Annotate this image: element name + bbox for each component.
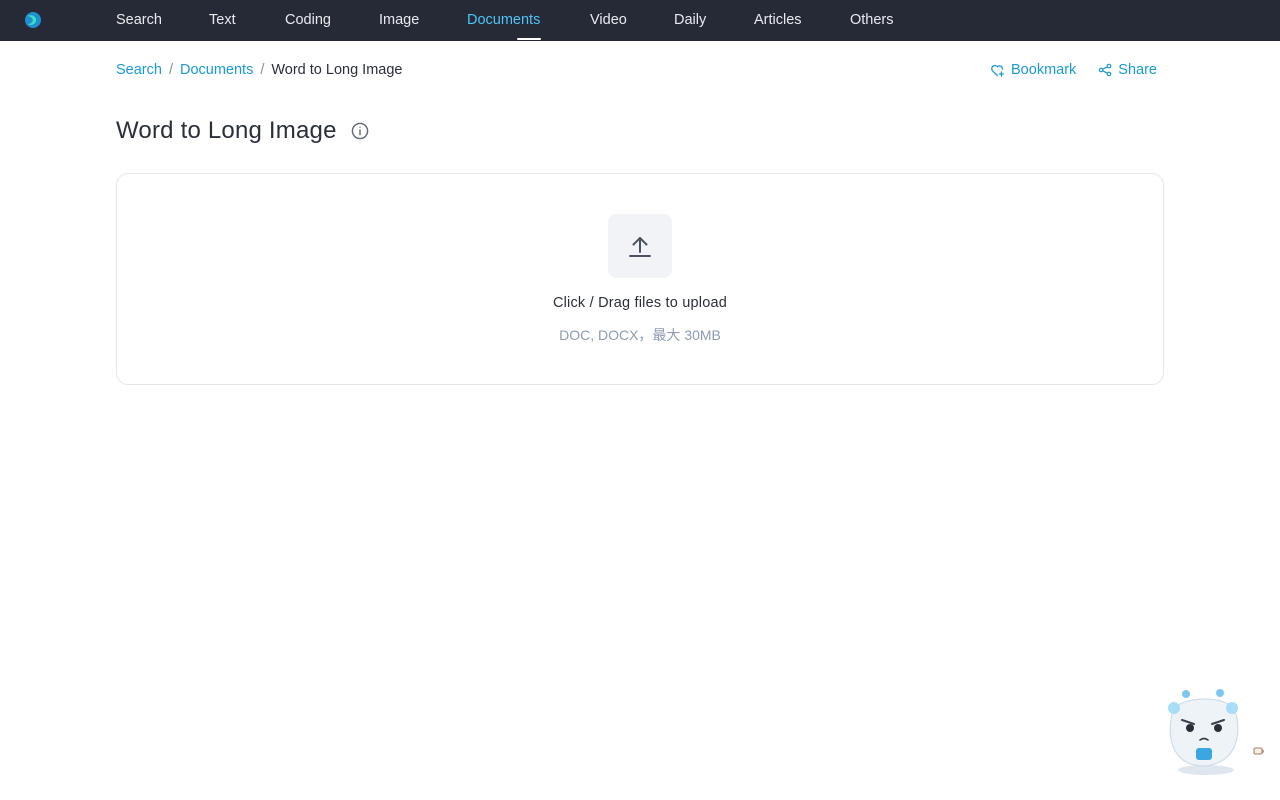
share-button[interactable]: Share — [1098, 62, 1157, 78]
upload-button[interactable] — [608, 214, 672, 278]
bookmark-button[interactable]: Bookmark — [990, 62, 1076, 78]
nav-item-video[interactable]: Video — [590, 0, 674, 41]
upload-icon — [629, 237, 651, 257]
share-label: Share — [1118, 62, 1157, 78]
heart-plus-icon — [991, 64, 1005, 77]
nav-item-others[interactable]: Others — [850, 0, 920, 41]
breadcrumb: Search / Documents / Word to Long Image — [116, 62, 402, 78]
breadcrumb-link-documents[interactable]: Documents — [180, 62, 253, 78]
breadcrumb-current: Word to Long Image — [271, 62, 403, 78]
breadcrumb-link-search[interactable]: Search — [116, 62, 162, 78]
nav-item-articles[interactable]: Articles — [754, 0, 850, 41]
nav-item-coding[interactable]: Coding — [285, 0, 379, 41]
nav-item-search[interactable]: Search — [116, 0, 209, 41]
nav-menu: Search Text Coding Image Documents Video… — [116, 0, 920, 41]
page-title: Word to Long Image — [116, 117, 337, 144]
upload-instruction: Click / Drag files to upload — [552, 295, 728, 311]
nav-item-text[interactable]: Text — [209, 0, 285, 41]
upload-file-hint: DOC, DOCX，最大 30MB — [559, 327, 721, 343]
info-icon[interactable] — [351, 122, 369, 140]
top-navigation-bar: Search Text Coding Image Documents Video… — [0, 0, 1280, 41]
page-actions: Bookmark Share — [990, 62, 1157, 78]
nav-item-documents[interactable]: Documents — [467, 0, 590, 41]
breadcrumb-separator: / — [168, 62, 173, 78]
bookmark-label: Bookmark — [1011, 62, 1077, 78]
nav-item-image[interactable]: Image — [379, 0, 467, 41]
page-header: Word to Long Image — [116, 117, 369, 145]
app-logo-icon[interactable] — [23, 10, 43, 30]
share-icon — [1098, 63, 1112, 77]
nav-item-daily[interactable]: Daily — [674, 0, 754, 41]
mascot-assistant-icon[interactable] — [1162, 686, 1270, 778]
file-upload-dropzone[interactable]: Click / Drag files to upload DOC, DOCX，最… — [116, 173, 1164, 385]
breadcrumb-separator: / — [260, 62, 265, 78]
